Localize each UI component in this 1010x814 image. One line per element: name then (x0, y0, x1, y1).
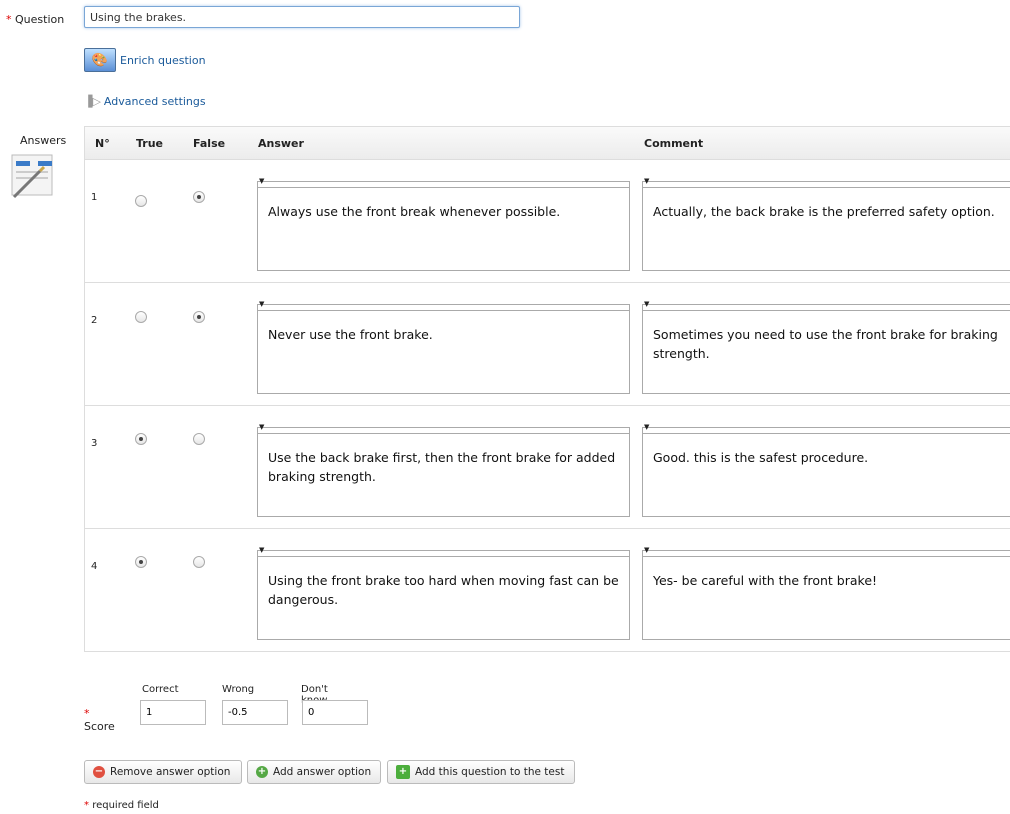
editor-toolbar[interactable]: ▼ (643, 177, 1010, 188)
answer-editor[interactable]: ▼ Never use the front brake. (257, 300, 630, 394)
answer-text: Never use the front brake. (268, 327, 433, 342)
required-field-note: * required field (84, 800, 159, 811)
answer-text: Always use the front break whenever poss… (268, 204, 561, 219)
required-asterisk: * (84, 800, 89, 811)
dropdown-arrow-icon[interactable]: ▼ (259, 546, 264, 554)
required-asterisk: * (84, 707, 90, 720)
editor-toolbar[interactable]: ▼ (258, 177, 629, 188)
editor-toolbar[interactable]: ▼ (643, 546, 1010, 557)
false-radio[interactable] (193, 556, 205, 568)
dropdown-arrow-icon[interactable]: ▼ (644, 177, 649, 185)
wrong-score-input[interactable] (222, 700, 288, 725)
false-radio[interactable] (193, 311, 205, 323)
true-radio[interactable] (135, 556, 147, 568)
add-question-to-test-label: Add this question to the test (415, 766, 565, 778)
comment-editor[interactable]: ▼ Sometimes you need to use the front br… (642, 300, 1010, 394)
header-num: N° (95, 137, 110, 150)
true-radio[interactable] (135, 311, 147, 323)
answer-text: Using the front brake too hard when movi… (268, 573, 619, 607)
question-label: * Question (6, 13, 64, 26)
row-number: 2 (91, 315, 98, 326)
editor-toolbar[interactable]: ▼ (258, 546, 629, 557)
header-comment: Comment (644, 137, 704, 150)
answer-editor[interactable]: ▼ Use the back brake first, then the fro… (257, 423, 630, 517)
dropdown-arrow-icon[interactable]: ▼ (644, 300, 649, 308)
editor-toolbar[interactable]: ▼ (258, 423, 629, 434)
plus-circle-icon: + (256, 766, 268, 778)
comment-text: Good. this is the safest procedure. (653, 450, 869, 465)
false-radio[interactable] (193, 433, 205, 445)
enrich-palette-icon: 🎨 (84, 48, 116, 72)
row-number: 3 (91, 438, 98, 449)
row-number: 4 (91, 561, 98, 572)
false-radio[interactable] (193, 191, 205, 203)
table-row: 2 ▼ Never use the front brake. ▼ Sometim… (85, 283, 1010, 406)
table-row: 4 ▼ Using the front brake too hard when … (85, 529, 1010, 651)
header-answer: Answer (258, 137, 304, 150)
question-label-text: Question (15, 13, 65, 26)
header-true: True (136, 137, 164, 150)
header-false: False (193, 137, 226, 150)
row-number: 1 (91, 192, 98, 203)
answers-label: Answers (20, 134, 67, 147)
editor-toolbar[interactable]: ▼ (258, 300, 629, 311)
required-asterisk: * (6, 13, 12, 26)
comment-editor[interactable]: ▼ Good. this is the safest procedure. (642, 423, 1010, 517)
enrich-question-label: Enrich question (120, 53, 206, 67)
comment-text: Actually, the back brake is the preferre… (653, 204, 995, 219)
add-answer-option-label: Add answer option (273, 766, 372, 778)
score-label: * Score (84, 707, 115, 733)
comment-text: Sometimes you need to use the front brak… (653, 327, 998, 361)
answer-text: Use the back brake first, then the front… (268, 450, 616, 484)
advanced-settings-label: Advanced settings (103, 95, 206, 108)
speaker-icon: ▐▷ (84, 95, 101, 108)
answer-editor[interactable]: ▼ Always use the front break whenever po… (257, 177, 630, 271)
table-header: N° True False Answer Comment (85, 127, 1010, 160)
remove-answer-option-button[interactable]: − Remove answer option (84, 760, 242, 784)
minus-circle-icon: − (93, 766, 105, 778)
enrich-question-link[interactable]: 🎨 Enrich question (84, 48, 206, 72)
dropdown-arrow-icon[interactable]: ▼ (644, 423, 649, 431)
true-radio[interactable] (135, 195, 147, 207)
comment-editor[interactable]: ▼ Actually, the back brake is the prefer… (642, 177, 1010, 271)
comment-text: Yes- be careful with the front brake! (653, 573, 878, 588)
dropdown-arrow-icon[interactable]: ▼ (259, 177, 264, 185)
dontknow-score-input[interactable] (302, 700, 368, 725)
answers-list-icon (11, 154, 53, 199)
editor-toolbar[interactable]: ▼ (643, 300, 1010, 311)
required-field-text: required field (92, 800, 159, 811)
question-input[interactable] (84, 6, 520, 28)
score-label-text: Score (84, 720, 115, 733)
wrong-label: Wrong (222, 684, 255, 695)
add-answer-option-button[interactable]: + Add answer option (247, 760, 381, 784)
dropdown-arrow-icon[interactable]: ▼ (259, 300, 264, 308)
advanced-settings-link[interactable]: ▐▷ Advanced settings (84, 95, 206, 108)
correct-score-input[interactable] (140, 700, 206, 725)
dropdown-arrow-icon[interactable]: ▼ (259, 423, 264, 431)
table-row: 1 ▼ Always use the front break whenever … (85, 160, 1010, 283)
add-question-to-test-button[interactable]: + Add this question to the test (387, 760, 575, 784)
remove-answer-option-label: Remove answer option (110, 766, 231, 778)
comment-editor[interactable]: ▼ Yes- be careful with the front brake! (642, 546, 1010, 640)
editor-toolbar[interactable]: ▼ (643, 423, 1010, 434)
true-radio[interactable] (135, 433, 147, 445)
dropdown-arrow-icon[interactable]: ▼ (644, 546, 649, 554)
answer-editor[interactable]: ▼ Using the front brake too hard when mo… (257, 546, 630, 640)
correct-label: Correct (142, 684, 179, 695)
plus-icon: + (396, 765, 410, 779)
table-row: 3 ▼ Use the back brake first, then the f… (85, 406, 1010, 529)
answers-table: N° True False Answer Comment 1 ▼ Always … (84, 126, 1010, 652)
